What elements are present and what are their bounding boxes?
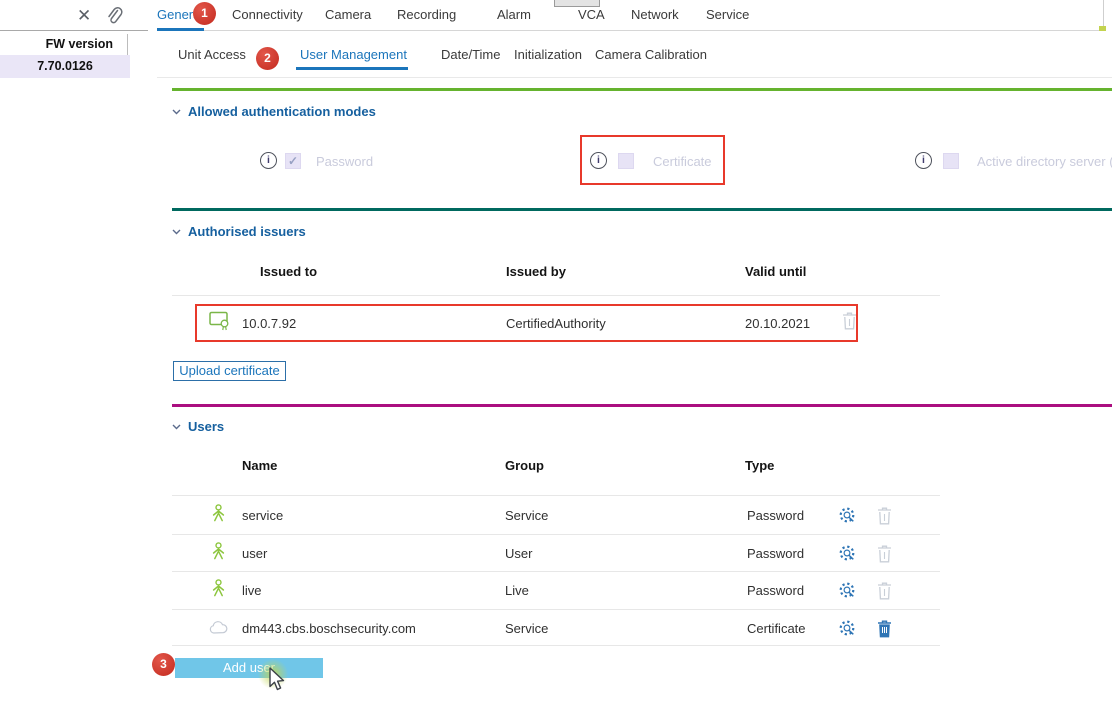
user-group: Live — [505, 583, 529, 598]
trash-icon — [877, 506, 892, 530]
annotation-badge-2: 2 — [256, 47, 279, 70]
user-name: live — [242, 583, 262, 598]
table-row-divider — [172, 495, 940, 496]
subtab-bottom-border — [157, 77, 1112, 78]
subtab-unit-access[interactable]: Unit Access — [178, 47, 246, 62]
authorised-issuers-section-header[interactable]: Authorised issuers — [172, 224, 306, 239]
subtab-user-management[interactable]: User Management — [300, 47, 407, 62]
table-row-divider — [172, 534, 940, 535]
user-name: service — [242, 508, 283, 523]
cropped-widget-fragment — [554, 0, 600, 7]
section-separator-teal — [172, 208, 1112, 211]
user-icon — [210, 579, 227, 602]
user-type: Password — [747, 583, 804, 598]
annotation-badge-3: 3 — [152, 653, 175, 676]
user-type: Password — [747, 508, 804, 523]
section-title: Users — [188, 419, 224, 434]
table-row-divider — [172, 295, 940, 296]
tabbar-bottom-border — [157, 30, 1103, 31]
active-directory-option-label: Active directory server (AD — [977, 154, 1112, 169]
checkmark-icon: ✓ — [286, 154, 300, 169]
edit-settings-icon[interactable] — [838, 544, 856, 567]
users-section-header[interactable]: Users — [172, 419, 224, 434]
user-name: dm443.cbs.boschsecurity.com — [242, 621, 416, 636]
mouse-cursor — [263, 665, 287, 698]
column-header-valid-until: Valid until — [745, 264, 806, 279]
column-header-issued-by: Issued by — [506, 264, 566, 279]
tab-service[interactable]: Service — [706, 7, 749, 22]
panel-right-tick — [1099, 26, 1106, 31]
annotation-rect-issuer-row — [195, 304, 858, 342]
add-user-button[interactable]: Add user — [175, 658, 323, 678]
chevron-down-icon — [172, 418, 181, 433]
edit-settings-icon[interactable] — [838, 619, 856, 642]
selected-subtab-underline — [296, 67, 408, 70]
subtab-initialization[interactable]: Initialization — [514, 47, 582, 62]
close-icon[interactable]: ✕ — [77, 6, 91, 26]
password-checkbox[interactable]: ✓ — [285, 153, 301, 169]
tab-connectivity[interactable]: Connectivity — [232, 7, 303, 22]
subtab-camera-calibration[interactable]: Camera Calibration — [595, 47, 707, 62]
column-header-name: Name — [242, 458, 277, 473]
fw-version-column-header: FW version — [0, 37, 113, 51]
device-configuration-screen: ✕ FW version 7.70.0126 General Connectiv… — [0, 0, 1112, 701]
selected-tab-underline — [157, 28, 204, 31]
tab-camera[interactable]: Camera — [325, 7, 371, 22]
trash-icon[interactable] — [877, 619, 892, 643]
user-icon — [210, 542, 227, 565]
password-option-label: Password — [316, 154, 373, 169]
user-type: Password — [747, 546, 804, 561]
tab-alarm[interactable]: Alarm — [497, 7, 531, 22]
edit-settings-icon[interactable] — [838, 581, 856, 604]
user-icon — [210, 504, 227, 527]
user-name: user — [242, 546, 267, 561]
column-divider — [127, 34, 128, 55]
annotation-badge-1: 1 — [193, 2, 216, 25]
edit-settings-icon[interactable] — [838, 506, 856, 529]
annotation-rect-certificate — [580, 135, 725, 185]
user-group: Service — [505, 621, 548, 636]
info-icon[interactable]: i — [915, 152, 932, 169]
table-row-divider — [172, 571, 940, 572]
fw-version-value: 7.70.0126 — [0, 55, 130, 78]
left-panel-top-border — [0, 30, 148, 31]
auth-modes-section-header[interactable]: Allowed authentication modes — [172, 104, 376, 119]
section-separator-green — [172, 88, 1112, 91]
column-header-issued-to: Issued to — [260, 264, 317, 279]
info-icon[interactable]: i — [260, 152, 277, 169]
user-group: User — [505, 546, 532, 561]
tab-recording[interactable]: Recording — [397, 7, 456, 22]
section-title: Authorised issuers — [188, 224, 306, 239]
table-row-divider — [172, 609, 940, 610]
trash-icon — [877, 581, 892, 605]
upload-certificate-button[interactable]: Upload certificate — [173, 361, 286, 381]
tab-network[interactable]: Network — [631, 7, 679, 22]
column-header-type: Type — [745, 458, 774, 473]
column-header-group: Group — [505, 458, 544, 473]
subtab-date-time[interactable]: Date/Time — [441, 47, 500, 62]
section-separator-magenta — [172, 404, 1112, 407]
table-row-divider — [172, 645, 940, 646]
trash-icon — [877, 544, 892, 568]
paperclip-icon[interactable] — [104, 5, 124, 32]
cloud-icon — [209, 621, 228, 639]
user-group: Service — [505, 508, 548, 523]
section-title: Allowed authentication modes — [188, 104, 376, 119]
tab-vca[interactable]: VCA — [578, 7, 605, 22]
active-directory-checkbox[interactable] — [943, 153, 959, 169]
chevron-down-icon — [172, 103, 181, 118]
user-type: Certificate — [747, 621, 806, 636]
chevron-down-icon — [172, 223, 181, 238]
